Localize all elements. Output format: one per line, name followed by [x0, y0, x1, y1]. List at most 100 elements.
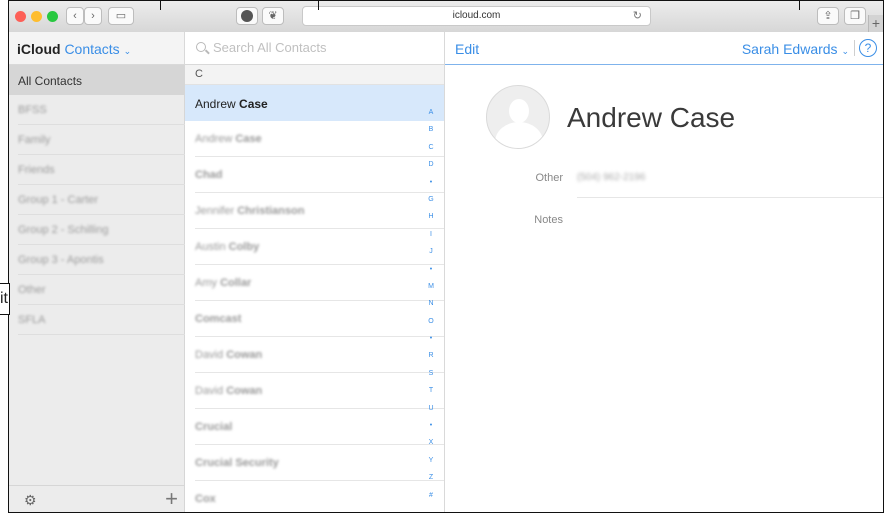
- new-tab-button[interactable]: +: [868, 15, 883, 32]
- contact-row[interactable]: Austin Colby: [185, 229, 444, 265]
- contact-last-name: Colby: [228, 241, 260, 253]
- contact-last-name: Christianson: [237, 205, 305, 217]
- alphabet-index-letter[interactable]: A: [424, 109, 438, 116]
- alphabet-index-letter[interactable]: Y: [424, 457, 438, 464]
- alphabet-index-letter[interactable]: T: [424, 387, 438, 394]
- group-item[interactable]: SFLA: [9, 305, 185, 335]
- chevron-down-icon: ⌄: [123, 46, 132, 56]
- contact-first-name: Jennifer: [195, 205, 235, 217]
- contact-row[interactable]: Cox: [185, 481, 444, 512]
- alphabet-index-letter[interactable]: C: [424, 144, 438, 151]
- group-item[interactable]: Group 1 - Carter: [9, 185, 185, 215]
- contact-row[interactable]: Crucial: [185, 409, 444, 445]
- sidebar-toggle-button[interactable]: ▭: [108, 7, 134, 25]
- alphabet-index[interactable]: A B C D • G H I J • M N O • R S T U • X Y Z #: [424, 109, 438, 509]
- alphabet-index-letter[interactable]: H: [424, 213, 438, 220]
- evernote-button[interactable]: ❦: [262, 7, 284, 25]
- group-all-contacts[interactable]: All Contacts: [9, 65, 185, 95]
- share-icon: ⇪: [823, 10, 833, 22]
- alphabet-index-letter[interactable]: G: [424, 196, 438, 203]
- alphabet-index-letter[interactable]: •: [424, 179, 438, 186]
- contact-last-name: Crucial Security: [195, 457, 279, 469]
- back-button[interactable]: ‹: [66, 7, 84, 25]
- frame-edge-line: [799, 0, 800, 10]
- edit-button[interactable]: Edit: [455, 41, 479, 57]
- contact-first-name: Austin: [195, 241, 226, 253]
- user-name: Sarah Edwards: [741, 41, 838, 57]
- add-contact-button[interactable]: +: [165, 486, 178, 512]
- alphabet-index-letter[interactable]: O: [424, 318, 438, 325]
- group-label: All Contacts: [18, 74, 83, 88]
- alphabet-index-letter[interactable]: S: [424, 370, 438, 377]
- group-item[interactable]: Other: [9, 275, 185, 305]
- sidebar-header: iCloud Contacts ⌄: [9, 32, 185, 65]
- tabs-button[interactable]: ❐: [844, 7, 866, 25]
- contact-last-name: Comcast: [195, 313, 242, 325]
- address-bar[interactable]: icloud.com ↻: [302, 6, 651, 26]
- plus-icon: +: [871, 15, 881, 31]
- alphabet-index-letter[interactable]: #: [424, 492, 438, 499]
- alphabet-index-letter[interactable]: Z: [424, 474, 438, 481]
- contact-row[interactable]: Amy Collar: [185, 265, 444, 301]
- app-switcher[interactable]: iCloud Contacts ⌄: [17, 41, 131, 57]
- user-menu[interactable]: Sarah Edwards ⌄: [742, 41, 849, 57]
- section-label: Contacts: [64, 41, 120, 57]
- contact-last-name: Case: [235, 133, 262, 145]
- alphabet-index-letter[interactable]: J: [424, 248, 438, 255]
- groups-sidebar: All Contacts BFSS Family Friends Group 1…: [9, 65, 185, 485]
- contact-first-name: David: [195, 385, 224, 397]
- url-text: icloud.com: [452, 10, 501, 21]
- group-item[interactable]: Group 2 - Schilling: [9, 215, 185, 245]
- alphabet-index-letter[interactable]: D: [424, 161, 438, 168]
- contact-row[interactable]: David Cowan: [185, 373, 444, 409]
- group-item[interactable]: Friends: [9, 155, 185, 185]
- app-header: iCloud Contacts ⌄ Edit Sarah Edwards ⌄ ?: [9, 32, 883, 65]
- adblock-icon: [241, 10, 253, 22]
- alphabet-index-letter[interactable]: •: [424, 266, 438, 273]
- reload-icon[interactable]: ↻: [633, 9, 642, 22]
- alphabet-index-letter[interactable]: X: [424, 439, 438, 446]
- contact-row[interactable]: Chad: [185, 157, 444, 193]
- contact-last-name: Chad: [195, 169, 223, 181]
- search-bar: [185, 32, 445, 65]
- contact-first-name: Andrew: [195, 133, 233, 145]
- group-label: SFLA: [18, 314, 46, 326]
- help-button[interactable]: ?: [859, 39, 877, 57]
- forward-button[interactable]: ›: [84, 7, 102, 25]
- alphabet-index-letter[interactable]: •: [424, 422, 438, 429]
- section-letter: C: [195, 68, 203, 80]
- group-item[interactable]: BFSS: [9, 95, 185, 125]
- contact-row[interactable]: Jennifer Christianson: [185, 193, 444, 229]
- adblock-button[interactable]: [236, 7, 258, 25]
- contact-row[interactable]: David Cowan: [185, 337, 444, 373]
- alphabet-index-letter[interactable]: N: [424, 300, 438, 307]
- contact-last-name: Cowan: [226, 349, 263, 361]
- minimize-window-button[interactable]: [31, 11, 42, 22]
- phone-value[interactable]: (504) 962-2196: [577, 172, 645, 183]
- contact-row[interactable]: Crucial Security: [185, 445, 444, 481]
- contact-last-name: Cox: [195, 493, 216, 505]
- close-window-button[interactable]: [15, 11, 26, 22]
- section-header: C: [185, 65, 444, 85]
- phone-label: Other: [535, 172, 563, 184]
- frame-edge-line: [160, 0, 161, 10]
- group-item[interactable]: Group 3 - Apontis: [9, 245, 185, 275]
- alphabet-index-letter[interactable]: I: [424, 231, 438, 238]
- share-button[interactable]: ⇪: [817, 7, 839, 25]
- detail-header: Edit Sarah Edwards ⌄ ?: [445, 32, 883, 65]
- group-item[interactable]: Family: [9, 125, 185, 155]
- alphabet-index-letter[interactable]: •: [424, 335, 438, 342]
- zoom-window-button[interactable]: [47, 11, 58, 22]
- contact-list: C Andrew Case Andrew Case Chad Jennifer …: [185, 65, 445, 512]
- contact-row[interactable]: Comcast: [185, 301, 444, 337]
- contact-row-selected[interactable]: Andrew Case: [185, 85, 444, 121]
- contact-row[interactable]: Andrew Case: [185, 121, 444, 157]
- alphabet-index-letter[interactable]: B: [424, 126, 438, 133]
- search-input[interactable]: [211, 39, 435, 56]
- gear-icon[interactable]: ⚙: [24, 492, 37, 509]
- alphabet-index-letter[interactable]: M: [424, 283, 438, 290]
- alphabet-index-letter[interactable]: R: [424, 352, 438, 359]
- contact-first-name: Amy: [195, 277, 217, 289]
- contact-last-name: Cowan: [226, 385, 263, 397]
- alphabet-index-letter[interactable]: U: [424, 405, 438, 412]
